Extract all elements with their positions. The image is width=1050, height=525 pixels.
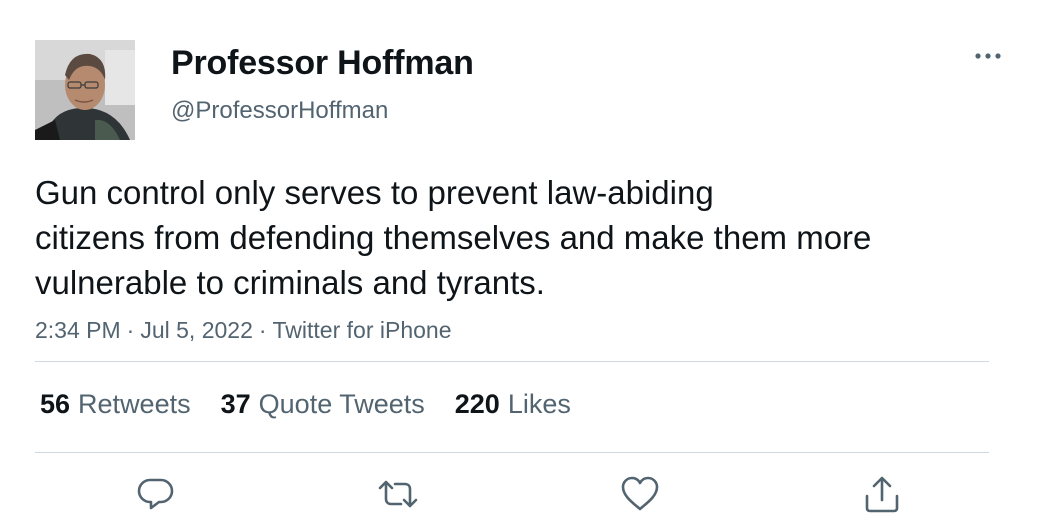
divider [35,452,989,453]
tweet-source[interactable]: Twitter for iPhone [273,317,452,343]
more-options-button[interactable] [968,42,1008,70]
retweet-button[interactable] [376,472,420,516]
reply-button[interactable] [134,472,178,516]
tweet-date[interactable]: Jul 5, 2022 [140,317,253,343]
likes-label: Likes [507,389,571,419]
author-handle[interactable]: @ProfessorHoffman [171,96,388,126]
meta-separator: · [258,317,267,343]
tweet-time[interactable]: 2:34 PM [35,317,121,343]
tweet-text-line: vulnerable to criminals and tyrants. [35,264,545,301]
retweets-stat[interactable]: 56 Retweets [40,386,191,422]
engagement-stats: 56 Retweets 37 Quote Tweets 220 Likes [40,386,601,422]
quote-tweets-stat[interactable]: 37 Quote Tweets [221,386,425,422]
quote-tweets-label: Quote Tweets [258,389,425,419]
avatar[interactable] [35,40,135,140]
likes-count: 220 [454,389,500,419]
like-button[interactable] [618,472,662,516]
heart-icon [621,476,659,511]
share-icon [865,476,899,513]
tweet-text-line: Gun control only serves to prevent law-a… [35,174,714,211]
author-display-name[interactable]: Professor Hoffman [171,42,474,84]
likes-stat[interactable]: 220 Likes [455,386,571,422]
quote-tweets-count: 37 [220,389,251,419]
action-bar [0,472,1050,517]
more-horizontal-icon [975,53,1001,59]
reply-icon [137,478,174,510]
tweet-text-line: citizens from defending themselves and m… [35,219,872,256]
tweet-card: Professor Hoffman @ProfessorHoffman Gun … [0,0,1050,525]
retweets-count: 56 [40,389,71,419]
tweet-metadata: 2:34 PM · Jul 5, 2022 · Twitter for iPhone [35,315,452,345]
share-button[interactable] [860,472,904,516]
retweets-label: Retweets [78,389,191,419]
avatar-photo [35,40,135,140]
retweet-icon [378,480,418,508]
divider [35,361,989,362]
tweet-text: Gun control only serves to prevent law-a… [35,170,995,305]
meta-separator: · [126,317,135,343]
